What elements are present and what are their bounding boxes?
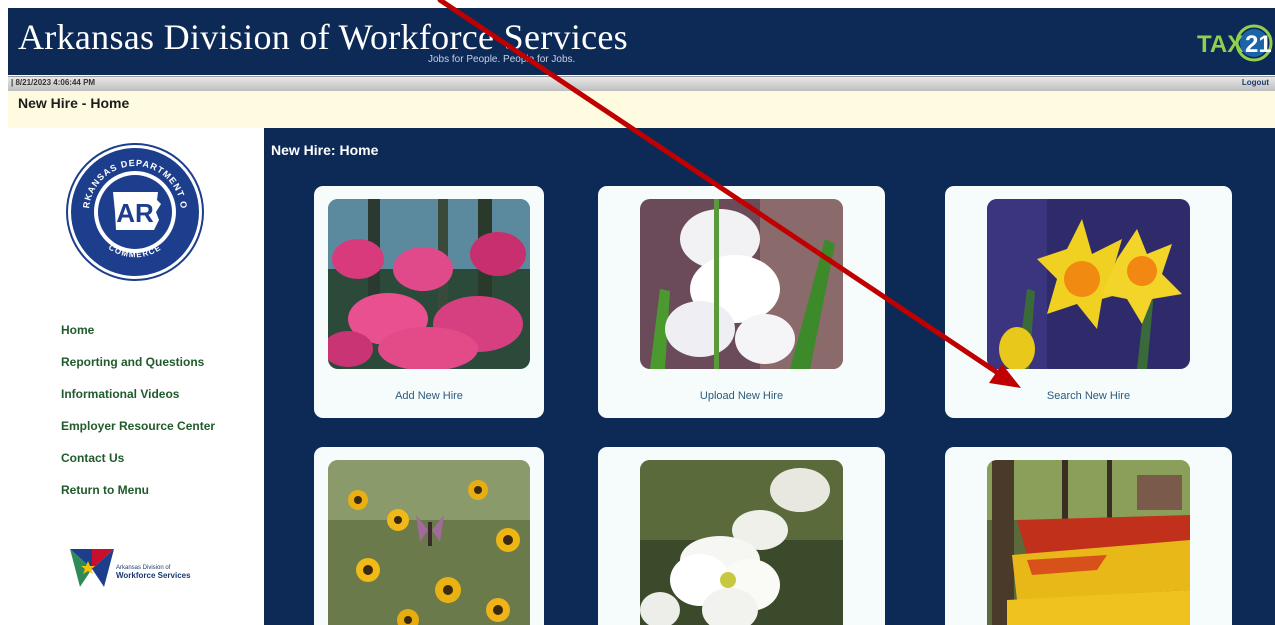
workforce-services-logo-icon bbox=[70, 549, 114, 587]
svg-text:AR: AR bbox=[116, 198, 154, 228]
site-title: Arkansas Division of Workforce Services bbox=[18, 17, 628, 57]
nav-return-to-menu[interactable]: Return to Menu bbox=[61, 483, 215, 515]
nav-employer-resource-center[interactable]: Employer Resource Center bbox=[61, 419, 215, 451]
tulip-garden-card[interactable] bbox=[945, 447, 1232, 625]
search-new-hire-label: Search New Hire bbox=[1046, 390, 1131, 402]
white-dogwood-card[interactable] bbox=[598, 447, 885, 625]
tax21-logo-icon: TAX 21 bbox=[1197, 24, 1273, 62]
search-new-hire-card[interactable]: Search New Hire bbox=[945, 186, 1232, 418]
black-eyed-susan-butterfly-photo bbox=[328, 460, 530, 625]
yellow-daffodil-photo bbox=[987, 199, 1190, 369]
add-new-hire-label: Add New Hire bbox=[395, 390, 463, 402]
black-eyed-susan-card[interactable] bbox=[314, 447, 544, 625]
nav-informational-videos[interactable]: Informational Videos bbox=[61, 387, 215, 419]
pink-azalea-photo bbox=[328, 199, 530, 369]
site-tagline: Jobs for People. People for Jobs. bbox=[428, 54, 576, 65]
main-heading: New Hire: Home bbox=[271, 142, 379, 158]
status-bar: | 8/21/2023 4:06:44 PM Logout bbox=[8, 76, 1275, 91]
page-title: New Hire - Home bbox=[18, 95, 130, 111]
page-title-bar: New Hire - Home bbox=[8, 91, 1275, 128]
add-new-hire-card[interactable]: Add New Hire bbox=[314, 186, 544, 418]
tulip-garden-photo bbox=[987, 460, 1190, 625]
svg-text:21: 21 bbox=[1245, 31, 1272, 58]
sidebar-nav: Home Reporting and Questions Information… bbox=[61, 323, 215, 515]
nav-home[interactable]: Home bbox=[61, 323, 215, 355]
department-seal-icon: ARKANSAS DEPARTMENT OF COMMERCE AR bbox=[65, 142, 204, 281]
white-dogwood-photo bbox=[640, 460, 843, 625]
white-hyacinth-photo bbox=[640, 199, 843, 369]
nav-contact-us[interactable]: Contact Us bbox=[61, 451, 215, 483]
svg-text:TAX: TAX bbox=[1197, 31, 1243, 58]
upload-new-hire-card[interactable]: Upload New Hire bbox=[598, 186, 885, 418]
nav-reporting-and-questions[interactable]: Reporting and Questions bbox=[61, 355, 215, 387]
site-header: Arkansas Division of Workforce Services … bbox=[8, 8, 1275, 75]
session-datetime: | 8/21/2023 4:06:44 PM bbox=[11, 78, 96, 87]
workforce-services-logo-text: Arkansas Division of Workforce Services bbox=[116, 565, 191, 580]
main-content: New Hire: Home Add New Hire Upload New H… bbox=[264, 128, 1275, 625]
upload-new-hire-label: Upload New Hire bbox=[699, 390, 784, 402]
logout-link[interactable]: Logout bbox=[1242, 78, 1269, 87]
sidebar: ARKANSAS DEPARTMENT OF COMMERCE AR Home … bbox=[0, 128, 264, 625]
